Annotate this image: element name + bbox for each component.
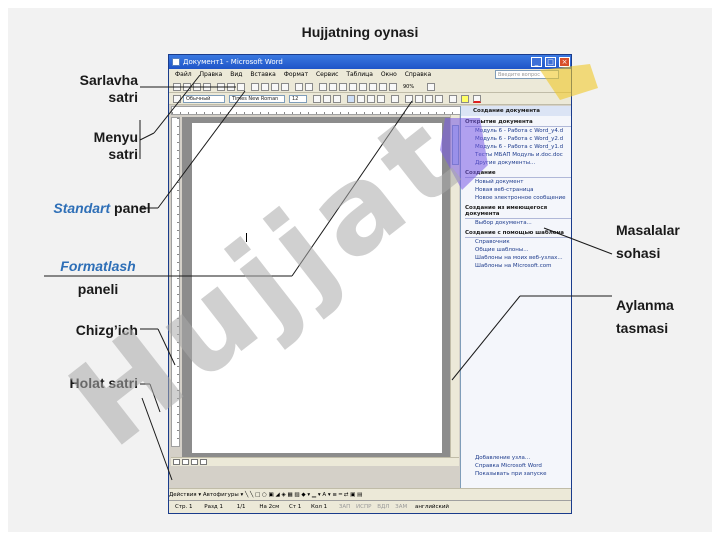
callout-standard-line-b (157, 90, 246, 209)
callout-menu-bar-line-b (153, 74, 201, 134)
callout-ruler-line-b (157, 328, 176, 366)
callout-status-line-b (149, 383, 161, 413)
callout-scrollbar-line-b (451, 295, 521, 381)
callout-status-line-c (141, 397, 173, 481)
callout-formatting-line (291, 100, 413, 277)
callout-lines (44, 74, 613, 481)
callout-task-pane-line (543, 227, 613, 255)
callout-menu-bar-line-a (139, 132, 155, 141)
